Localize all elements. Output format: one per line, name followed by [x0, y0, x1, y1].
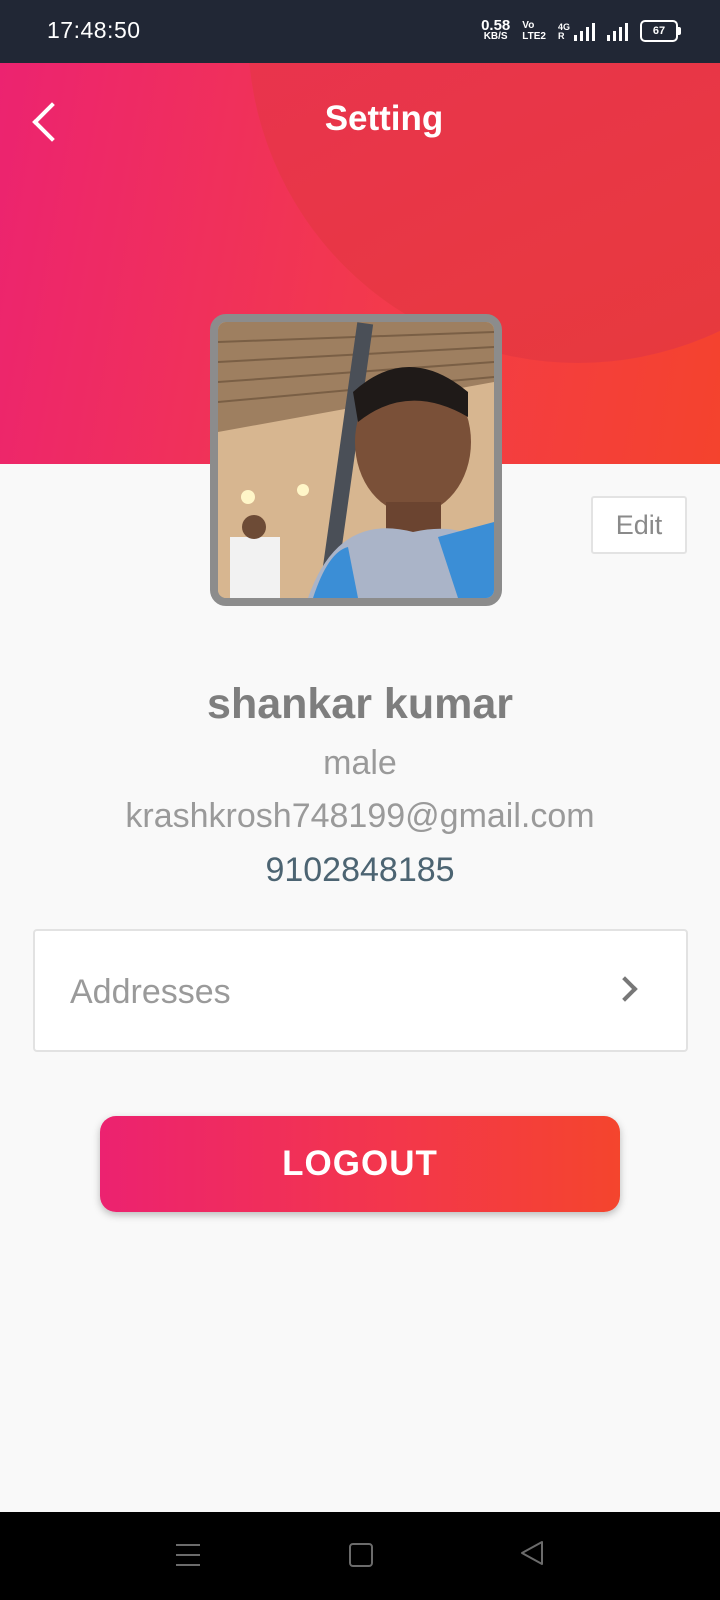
status-icons: 0.58 KB/S Vo LTE2 4G R 67 [481, 14, 681, 48]
speed-value: 0.58 [481, 17, 511, 34]
chevron-right-icon [612, 976, 638, 1002]
user-gender: male [323, 744, 397, 782]
volte-bottom: LTE2 [522, 31, 546, 42]
nav-back-icon[interactable] [520, 1540, 544, 1566]
net-label: 4G R [558, 23, 570, 41]
speed-unit: KB/S [483, 31, 508, 42]
user-phone: 9102848185 [265, 851, 455, 889]
home-icon[interactable] [349, 1543, 373, 1567]
avatar-photo [218, 322, 494, 598]
logout-button[interactable]: LOGOUT [100, 1116, 620, 1212]
avatar [210, 314, 502, 606]
status-time: 17:48:50 [47, 17, 141, 43]
network-speed: 0.58 KB/S [481, 17, 511, 42]
battery-icon: 67 [640, 20, 681, 42]
system-nav-bar [0, 1512, 720, 1600]
user-email: krashkrosh748199@gmail.com [125, 797, 595, 835]
recent-apps-icon[interactable] [176, 1544, 200, 1566]
status-bar: 17:48:50 0.58 KB/S Vo LTE2 4G R 67 [0, 0, 720, 63]
user-name: shankar kumar [207, 680, 513, 728]
signal-bars-1 [574, 21, 595, 41]
signal-4g-icon: 4G R [558, 21, 595, 41]
edit-button[interactable]: Edit [591, 496, 687, 554]
battery-level: 67 [652, 25, 666, 37]
net-bottom: R [557, 31, 565, 41]
addresses-label: Addresses [70, 973, 231, 1011]
volte-icon: Vo LTE2 [522, 20, 546, 42]
page-title: Setting [324, 99, 444, 138]
addresses-row[interactable]: Addresses [33, 929, 688, 1052]
signal-bars-icon [607, 21, 628, 41]
volte-top: Vo [522, 20, 535, 31]
